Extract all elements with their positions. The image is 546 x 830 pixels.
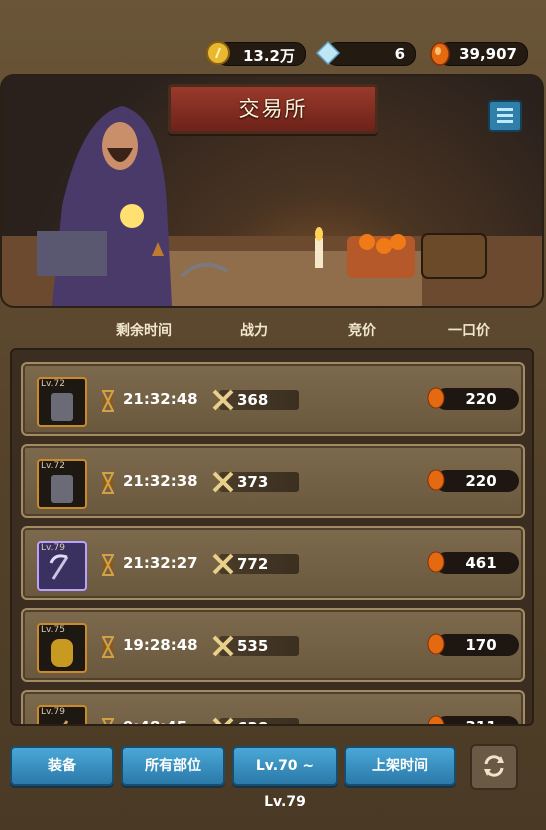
gold-amount: 13.2万 xyxy=(242,47,295,65)
hourglass-icon xyxy=(102,718,114,724)
buyout-price[interactable]: 220 xyxy=(447,390,515,408)
item-slot[interactable]: Lv.75 xyxy=(37,623,87,673)
listing-row[interactable]: Lv.79 21:32:27 772 461 xyxy=(21,526,525,600)
power-value: 535 xyxy=(237,637,269,655)
boots-icon xyxy=(51,393,73,421)
diamond-icon xyxy=(315,40,341,66)
column-bid[interactable]: 竞价 xyxy=(348,320,376,340)
buyout-price[interactable]: 311 xyxy=(447,718,515,724)
list-menu-button[interactable] xyxy=(488,100,522,132)
crossed-swords-icon xyxy=(212,635,234,657)
menu-icon-line xyxy=(497,114,513,117)
item-slot[interactable]: Lv.72 xyxy=(37,377,87,427)
remaining-time: 21:32:27 xyxy=(123,554,198,572)
fire-gem-icon xyxy=(427,469,445,491)
remaining-time: 21:32:48 xyxy=(123,390,198,408)
listing-row[interactable]: Lv.75 19:28:48 535 170 xyxy=(21,608,525,682)
item-slot[interactable]: Lv.72 xyxy=(37,459,87,509)
exchange-screen: 13.2万 6 39,907 交易所 剩余时间 战力 竞价 一口价 Lv.72 … xyxy=(0,0,546,830)
column-buyout[interactable]: 一口价 xyxy=(448,320,490,340)
refresh-button[interactable] xyxy=(470,744,518,790)
gold-coin-icon xyxy=(206,41,230,65)
item-level: Lv.75 xyxy=(41,625,65,635)
fire-gem-icon xyxy=(427,633,445,655)
gem-display: 39,907 xyxy=(430,42,528,66)
column-power[interactable]: 战力 xyxy=(240,320,268,340)
boots-icon xyxy=(51,475,73,503)
fire-gem-icon xyxy=(430,42,450,66)
diamond-amount: 6 xyxy=(394,45,405,63)
menu-icon xyxy=(497,108,513,111)
power-value: 373 xyxy=(237,473,269,491)
power-value: 638 xyxy=(237,719,268,724)
gem-amount: 39,907 xyxy=(459,45,517,63)
fire-gem-icon xyxy=(427,551,445,573)
page-title: 交易所 xyxy=(238,97,308,121)
title-signboard: 交易所 xyxy=(168,84,378,134)
armor-icon xyxy=(51,639,73,667)
fire-gem-icon xyxy=(427,715,445,724)
remaining-time: 9:48:45 xyxy=(123,718,187,724)
listing-row[interactable]: Lv.72 21:32:38 373 220 xyxy=(21,444,525,518)
power-value: 772 xyxy=(237,555,269,573)
slot-filter-button[interactable]: 所有部位 xyxy=(121,746,225,786)
sort-button[interactable]: 上架时间 xyxy=(344,746,456,786)
fire-gem-icon xyxy=(427,387,445,409)
gold-display: 13.2万 xyxy=(206,41,306,66)
hourglass-icon xyxy=(102,472,114,494)
crossed-swords-icon xyxy=(212,389,234,411)
crossed-swords-icon xyxy=(212,471,234,493)
buyout-price[interactable]: 461 xyxy=(447,554,515,572)
power-value: 368 xyxy=(237,391,269,409)
item-slot[interactable]: Lv.79 xyxy=(37,541,87,591)
level-filter-button[interactable]: Lv.70 ~ Lv.79 xyxy=(232,746,338,810)
listing-row[interactable]: Lv.72 21:32:48 368 220 xyxy=(21,362,525,436)
menu-icon-line xyxy=(497,120,513,123)
crossed-swords-icon xyxy=(212,553,234,575)
scythe-icon xyxy=(49,554,69,580)
buyout-price[interactable]: 220 xyxy=(447,472,515,490)
hourglass-icon xyxy=(102,554,114,576)
remaining-time: 19:28:48 xyxy=(123,636,198,654)
crossed-swords-icon xyxy=(212,717,234,724)
scythe-icon xyxy=(63,720,69,724)
diamond-display: 6 xyxy=(315,40,416,66)
item-slot[interactable]: Lv.79 xyxy=(37,705,87,724)
hourglass-icon xyxy=(102,636,114,658)
buyout-price[interactable]: 170 xyxy=(447,636,515,654)
listing-panel[interactable]: Lv.72 21:32:48 368 220 Lv.72 21:32:38 37… xyxy=(10,348,534,726)
refresh-icon xyxy=(484,755,504,777)
remaining-time: 21:32:38 xyxy=(123,472,198,490)
item-level: Lv.72 xyxy=(41,379,65,389)
column-time[interactable]: 剩余时间 xyxy=(116,320,172,340)
item-level: Lv.72 xyxy=(41,461,65,471)
listing-row[interactable]: Lv.79 9:48:45 638 311 xyxy=(21,690,525,724)
hourglass-icon xyxy=(102,390,114,412)
category-filter-button[interactable]: 装备 xyxy=(10,746,114,786)
